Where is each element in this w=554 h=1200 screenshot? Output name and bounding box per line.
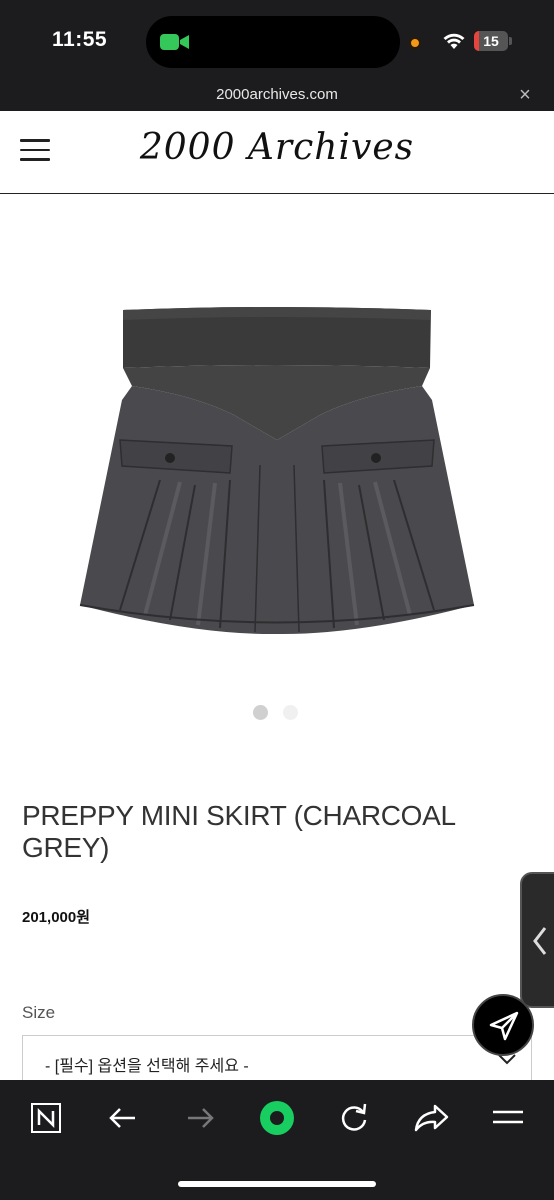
battery-tip <box>509 37 512 45</box>
paper-plane-icon <box>489 1011 519 1041</box>
dynamic-island <box>146 16 400 68</box>
url-text[interactable]: 2000archives.com <box>0 86 554 103</box>
back-arrow-icon[interactable] <box>101 1098 145 1138</box>
battery-level-text: 15 <box>483 33 499 49</box>
url-bar[interactable]: 2000archives.com × <box>0 82 554 111</box>
product-image[interactable] <box>60 290 494 650</box>
wifi-icon <box>443 33 465 49</box>
privacy-dot-icon <box>409 37 421 49</box>
product-title: PREPPY MINI SKIRT (CHARCOAL GREY) <box>22 800 455 863</box>
chevron-left-icon <box>533 927 547 955</box>
product-price: 201,000원 <box>22 909 91 926</box>
carousel-dot-1[interactable] <box>253 705 268 720</box>
size-label: Size <box>22 1003 56 1022</box>
size-select-value: - [필수] 옵션을 선택해 주세요 - <box>45 1058 249 1075</box>
naver-n-icon[interactable] <box>24 1098 68 1138</box>
battery-icon: 15 <box>474 31 508 51</box>
status-bar: 11:55 15 <box>0 0 554 82</box>
facetime-icon <box>160 34 189 50</box>
carousel-dot-2[interactable] <box>283 705 298 720</box>
reload-icon[interactable] <box>332 1098 376 1138</box>
green-home-circle-icon[interactable] <box>255 1098 299 1138</box>
home-indicator <box>178 1181 376 1187</box>
share-floating-button[interactable] <box>472 994 534 1056</box>
site-logo[interactable]: 2000 Archives <box>0 127 554 168</box>
status-time: 11:55 <box>52 28 108 51</box>
share-arrow-icon[interactable] <box>409 1098 453 1138</box>
site-header: 2000 Archives <box>0 111 554 194</box>
forward-arrow-icon[interactable] <box>178 1098 222 1138</box>
menu-icon[interactable] <box>486 1098 530 1138</box>
side-panel-handle[interactable] <box>520 872 554 1008</box>
close-icon[interactable]: × <box>514 84 536 106</box>
carousel-dots[interactable] <box>253 705 303 721</box>
size-select[interactable]: - [필수] 옵션을 선택해 주세요 - <box>22 1035 532 1085</box>
